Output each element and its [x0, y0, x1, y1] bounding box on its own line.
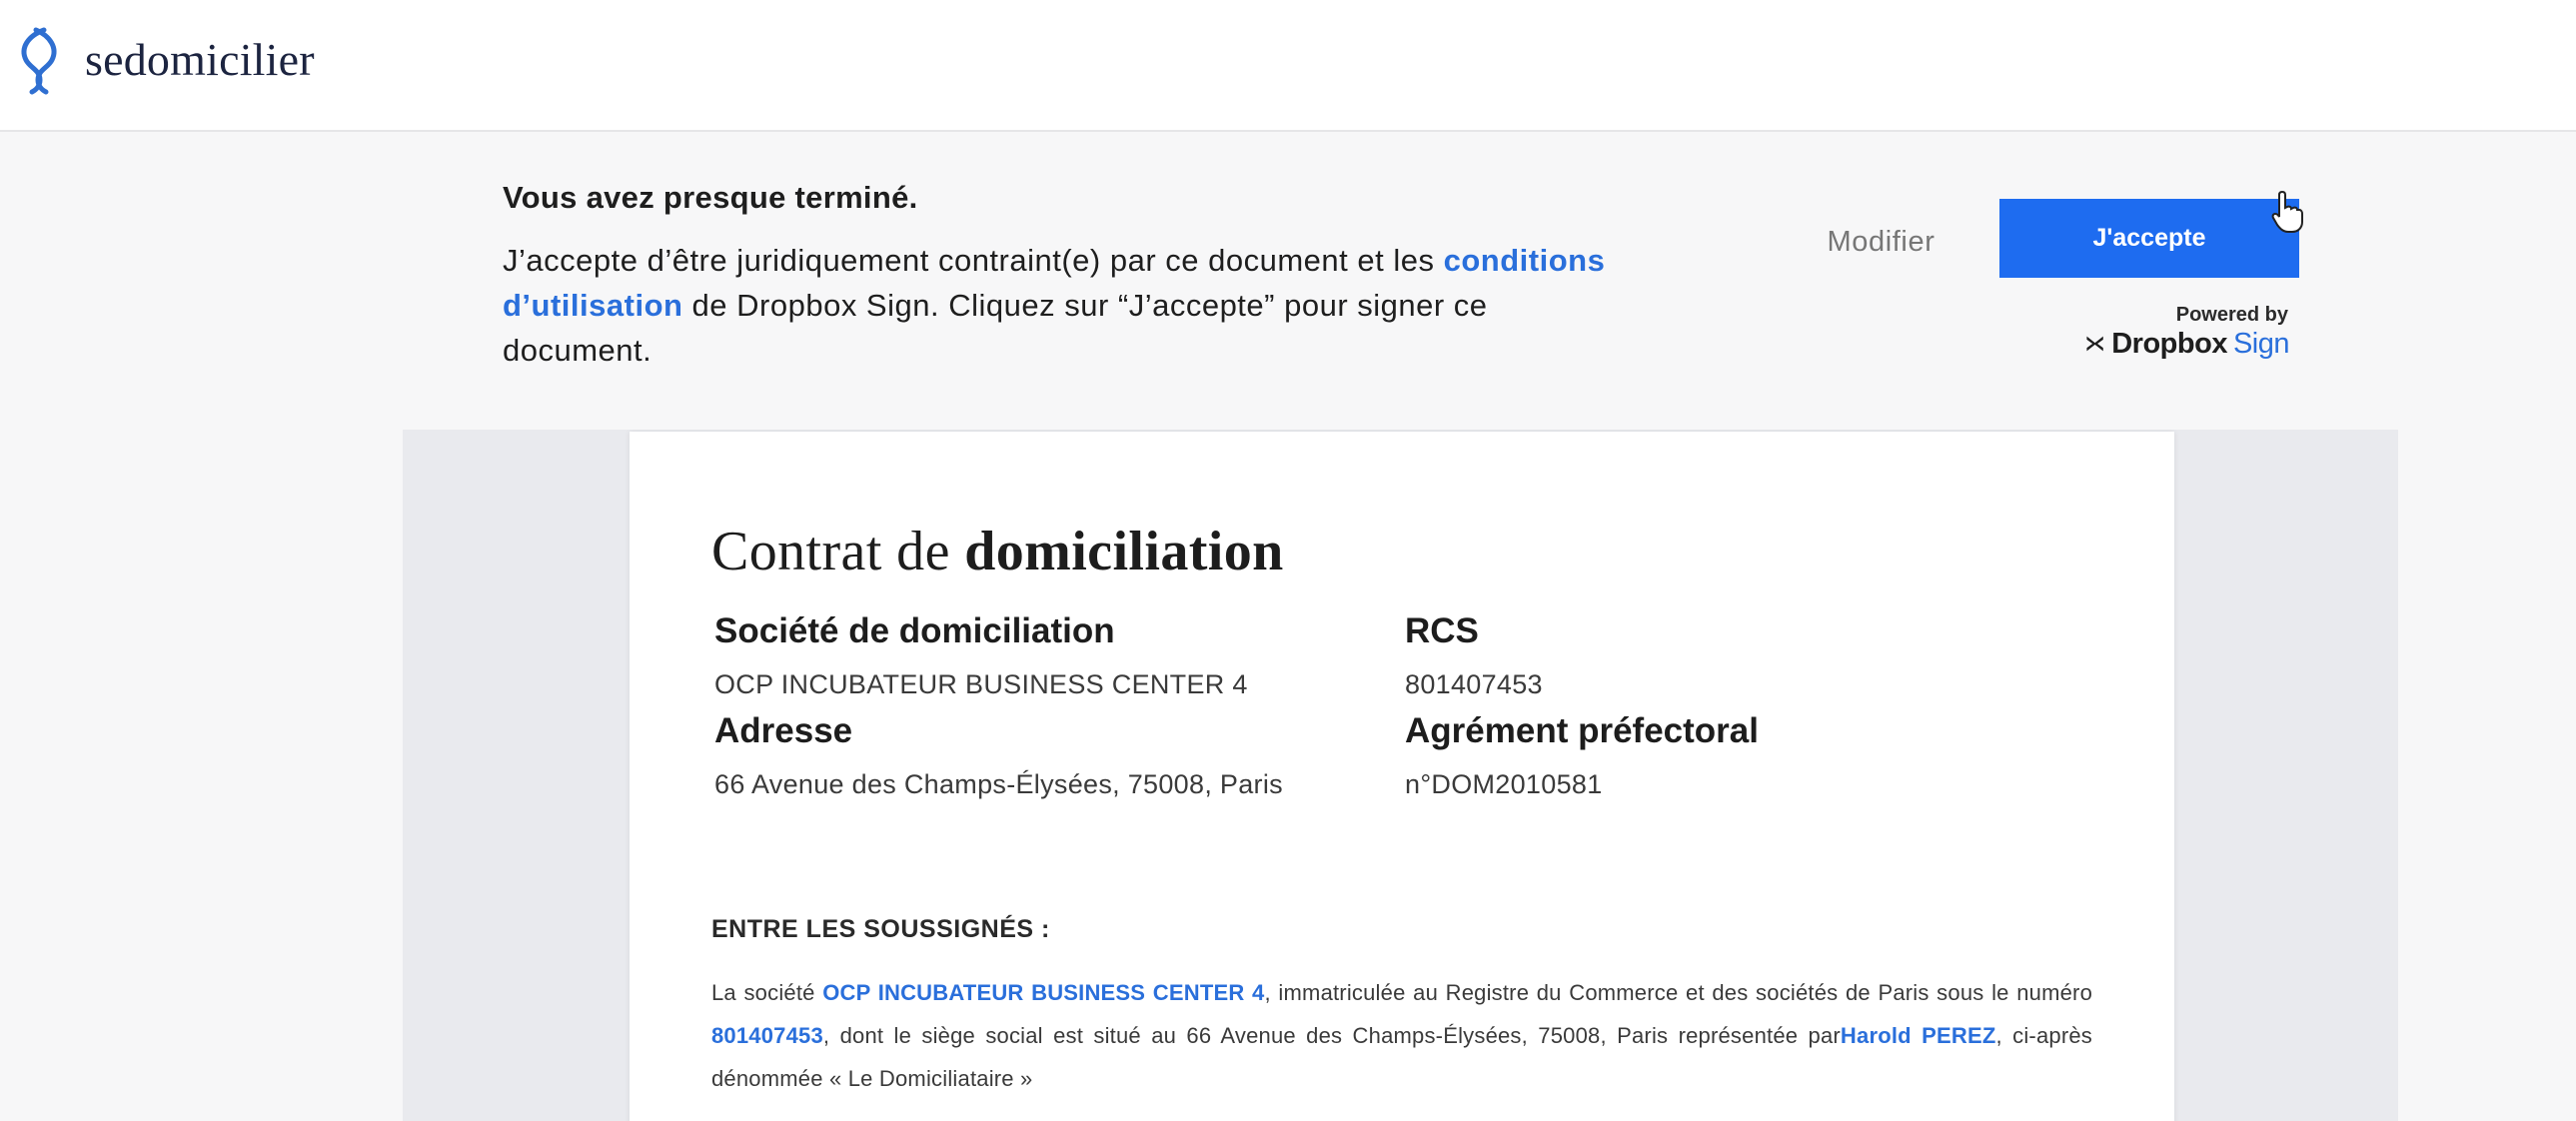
title-regular: Contrat de	[711, 521, 965, 582]
dropbox-wordmark: Dropbox	[2111, 327, 2227, 360]
brand-name: sedomicilier	[85, 34, 315, 85]
paragraph-part-1: La société	[711, 980, 823, 1005]
document-page: Contrat de domiciliation Société de domi…	[630, 432, 2174, 1121]
powered-by-label: Powered by	[2175, 304, 2288, 326]
approval-value: n°DOM2010581	[1405, 769, 1603, 799]
signing-confirmation-bar: Vous avez presque terminé. J’accepte d’ê…	[0, 134, 2576, 430]
signing-consent-text: J’accepte d’être juridiquement contraint…	[503, 238, 1642, 373]
address-label: Adresse	[714, 711, 853, 750]
title-bold: domiciliation	[964, 521, 1284, 582]
parties-heading: ENTRE LES SOUSSIGNÉS :	[711, 915, 1050, 943]
address-value: 66 Avenue des Champs-Élysées, 75008, Par…	[714, 769, 1283, 799]
parties-paragraph: La société OCP INCUBATEUR BUSINESS CENTE…	[711, 971, 2092, 1100]
accept-button[interactable]: J'accepte	[1999, 199, 2299, 278]
brand-header: sedomicilier	[0, 0, 2576, 132]
company-name-highlight: OCP INCUBATEUR BUSINESS CENTER 4	[822, 980, 1265, 1005]
modify-button[interactable]: Modifier	[1799, 212, 1963, 272]
sedomicilier-logo-icon	[21, 27, 57, 95]
paragraph-part-2: , immatriculée au Registre du Commerce e…	[1264, 980, 2092, 1005]
consent-text-start: J’accepte d’être juridiquement contraint…	[503, 243, 1444, 278]
document-title: Contrat de domiciliation	[711, 520, 1284, 583]
company-label: Société de domiciliation	[714, 611, 1115, 650]
dropbox-x-icon	[2086, 336, 2103, 352]
dropbox-sign-logo: Dropbox Sign	[2084, 326, 2290, 362]
paragraph-part-3: , dont le siège social est situé au 66 A…	[822, 1023, 1841, 1048]
signing-heading: Vous avez presque terminé.	[503, 180, 918, 215]
sign-wordmark: Sign	[2232, 327, 2290, 360]
rcs-value: 801407453	[1405, 669, 1543, 699]
hand-cursor-icon	[2271, 190, 2303, 233]
approval-label: Agrément préfectoral	[1405, 711, 1759, 750]
representative-highlight: Harold PEREZ	[1840, 1023, 1996, 1048]
rcs-number-highlight: 801407453	[711, 1023, 823, 1048]
rcs-label: RCS	[1405, 611, 1479, 650]
company-value: OCP INCUBATEUR BUSINESS CENTER 4	[714, 669, 1248, 699]
document-viewer[interactable]: Contrat de domiciliation Société de domi…	[403, 430, 2398, 1121]
